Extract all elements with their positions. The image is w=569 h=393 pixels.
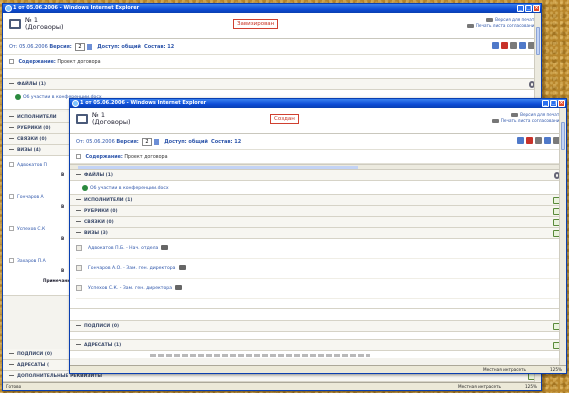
maximize-icon[interactable]: □ xyxy=(550,100,557,107)
front-files-body: Об участии в конференции.docx xyxy=(70,181,566,195)
back-doc-header: № 1 (Договоры) Завизирован Версия для пе… xyxy=(3,13,541,39)
back-visa-item[interactable]: Захаров П.А xyxy=(9,258,46,264)
search-icon[interactable] xyxy=(544,137,551,144)
back-status-badge: Завизирован xyxy=(233,19,279,29)
expand-icon[interactable] xyxy=(9,59,14,64)
front-visa-item[interactable]: Гончаров А.О. - Зам. ген. директора xyxy=(76,259,560,279)
front-section-visas[interactable]: Визы (3) xyxy=(70,228,566,239)
front-section-rubrics[interactable]: Рубрики (0) xyxy=(70,206,566,217)
front-zone-label: Местная интрасеть xyxy=(483,367,526,372)
document-icon xyxy=(76,114,88,124)
front-zoom-level[interactable]: 125% xyxy=(550,366,562,373)
ie-icon xyxy=(72,100,79,107)
back-print-links: Версия для печати Печать листа согласова… xyxy=(466,17,537,29)
back-meta-row: От: 05.06.2006 Версия: 2 Доступ: общий С… xyxy=(3,39,541,55)
back-section-links[interactable]: Связки (0) xyxy=(3,134,70,145)
back-status-bar: Готово Местная интрасеть 125% xyxy=(3,382,541,390)
front-file-link[interactable]: Об участии в конференции.docx xyxy=(76,184,560,193)
document-icon xyxy=(9,19,21,29)
front-visas-body: Адвокатов П.Б. - Нач. отдела Гончаров А.… xyxy=(70,239,566,309)
back-content-row: Содержание: Проект договора xyxy=(3,55,541,69)
back-visa-item[interactable]: Адвокатов П xyxy=(9,162,47,168)
front-content-row: Содержание: Проект договора xyxy=(70,150,566,164)
front-browser-window[interactable]: 1 от 05.06.2006 - Windows Internet Explo… xyxy=(69,98,567,374)
link-icon[interactable] xyxy=(517,137,524,144)
back-section-executors[interactable]: Исполнители xyxy=(3,112,70,123)
front-section-executors[interactable]: Исполнители (1) xyxy=(70,195,566,206)
maximize-icon[interactable]: □ xyxy=(525,5,532,12)
front-print-links: Версия для печати Печать листа согласова… xyxy=(491,112,562,124)
printer-icon xyxy=(491,119,499,123)
minimize-icon[interactable]: _ xyxy=(517,5,524,12)
back-section-rubrics[interactable]: Рубрики (0) xyxy=(3,123,70,134)
front-addressee-row-cutoff xyxy=(70,351,566,358)
back-files-section[interactable]: Файлы (1) xyxy=(3,79,541,90)
front-files-section[interactable]: Файлы (1) xyxy=(70,170,566,181)
front-status-badge: Создан xyxy=(270,114,299,124)
printer-icon xyxy=(486,18,494,22)
edit-icon[interactable] xyxy=(510,42,517,49)
file-icon xyxy=(82,184,88,191)
collapse-icon[interactable] xyxy=(76,174,81,175)
back-doc-title: № 1 (Договоры) xyxy=(25,16,64,31)
back-print-sheet-link[interactable]: Печать листа согласования xyxy=(466,23,537,29)
minimize-icon[interactable]: _ xyxy=(542,100,549,107)
checkbox-icon[interactable] xyxy=(76,264,82,271)
visa-status-icon xyxy=(178,265,186,270)
visa-status-icon xyxy=(161,245,169,250)
link-icon[interactable] xyxy=(492,42,499,49)
ie-icon xyxy=(5,5,12,12)
front-section-links[interactable]: Связки (0) xyxy=(70,217,566,228)
front-window-title: 1 от 05.06.2006 - Windows Internet Explo… xyxy=(80,100,207,106)
front-print-sheet-link[interactable]: Печать листа согласования xyxy=(491,118,562,124)
back-visa-item[interactable]: Гончаров А xyxy=(9,194,44,200)
back-visas-body: Адвокатов П В Гончаров А В Успехов С.К В… xyxy=(3,156,73,296)
back-zoom-level[interactable]: 125% xyxy=(525,383,537,390)
back-visa-item[interactable]: Успехов С.К xyxy=(9,226,45,232)
front-visa-item[interactable]: Адвокатов П.Б. - Нач. отдела xyxy=(76,239,560,259)
collapse-icon[interactable] xyxy=(9,83,14,84)
front-section-signatures[interactable]: Подписи (0) xyxy=(70,321,566,332)
back-version-select[interactable]: 2 xyxy=(75,43,85,51)
file-icon xyxy=(15,93,21,100)
front-doc-header: № 1 (Договоры) Создан Версия для печати … xyxy=(70,108,566,134)
close-icon[interactable]: × xyxy=(558,100,565,107)
back-left-column: Исполнители Рубрики (0) Связки (0) Визы … xyxy=(3,112,73,296)
front-version-select[interactable]: 2 xyxy=(142,138,152,146)
front-status-bar: Местная интрасеть 125% xyxy=(70,365,566,373)
back-zone-label: Местная интрасеть xyxy=(458,384,501,389)
printer-icon xyxy=(511,113,519,117)
search-icon[interactable] xyxy=(519,42,526,49)
front-doc-title: № 1 (Договоры) xyxy=(92,111,131,126)
expand-icon[interactable] xyxy=(76,154,81,159)
back-window-titlebar[interactable]: 1 от 05.06.2006 - Windows Internet Explo… xyxy=(3,4,541,13)
front-section-addressees[interactable]: Адресаты (1) xyxy=(70,340,566,351)
front-vertical-scrollbar[interactable] xyxy=(559,108,566,365)
chevron-down-icon[interactable] xyxy=(153,138,159,145)
visa-status-icon xyxy=(175,285,183,290)
front-visa-item[interactable]: Успехов С.К. - Зам. ген. директора xyxy=(76,279,560,299)
printer-icon xyxy=(466,24,474,28)
chevron-down-icon[interactable] xyxy=(86,43,92,50)
delete-icon[interactable] xyxy=(526,137,533,144)
checkbox-icon[interactable] xyxy=(76,284,82,291)
close-icon[interactable]: × xyxy=(533,5,540,12)
front-window-titlebar[interactable]: 1 от 05.06.2006 - Windows Internet Explo… xyxy=(70,99,566,108)
back-section-visas[interactable]: Визы (4) xyxy=(3,145,70,156)
back-window-title: 1 от 05.06.2006 - Windows Internet Explo… xyxy=(13,5,140,11)
checkbox-icon[interactable] xyxy=(76,244,82,251)
front-meta-row: От: 05.06.2006 Версия: 2 Доступ: общий С… xyxy=(70,134,566,150)
edit-icon[interactable] xyxy=(535,137,542,144)
delete-icon[interactable] xyxy=(501,42,508,49)
